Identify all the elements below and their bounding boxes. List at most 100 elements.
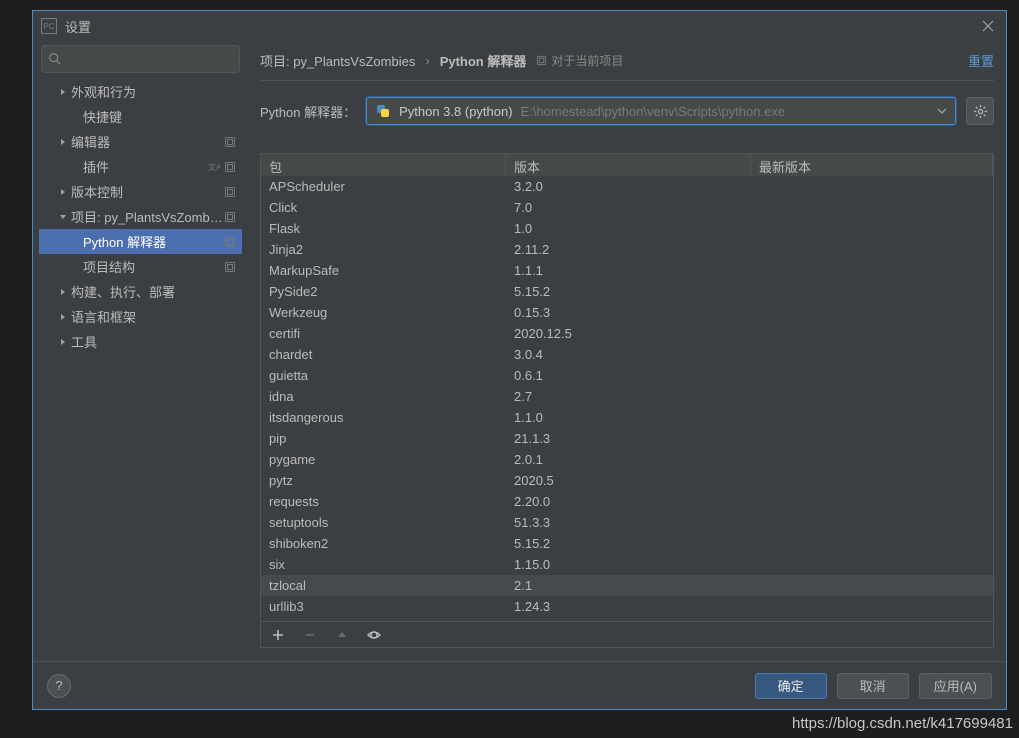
sidebar-item-1[interactable]: 快捷键: [39, 104, 242, 129]
table-row[interactable]: MarkupSafe1.1.1: [261, 260, 993, 281]
table-row[interactable]: itsdangerous1.1.0: [261, 407, 993, 428]
table-row[interactable]: Jinja22.11.2: [261, 239, 993, 260]
sidebar-item-6[interactable]: Python 解释器: [39, 229, 242, 254]
cell-package: urllib3: [261, 599, 506, 614]
col-version[interactable]: 版本: [506, 154, 751, 176]
close-button[interactable]: [978, 16, 998, 36]
expand-icon: [55, 209, 71, 225]
cell-package: Jinja2: [261, 242, 506, 257]
table-row[interactable]: PySide25.15.2: [261, 281, 993, 302]
add-package-button[interactable]: [269, 626, 287, 644]
cell-package: Click: [261, 200, 506, 215]
dialog-footer: ? 确定 取消 应用(A): [33, 661, 1006, 709]
sidebar-item-0[interactable]: 外观和行为: [39, 79, 242, 104]
cell-version: 2.7: [506, 389, 751, 404]
sidebar-item-9[interactable]: 语言和框架: [39, 304, 242, 329]
sidebar-item-label: Python 解释器: [83, 232, 224, 251]
cell-package: shiboken2: [261, 536, 506, 551]
apply-button[interactable]: 应用(A): [919, 673, 992, 699]
show-early-releases-button[interactable]: [365, 626, 383, 644]
scope-icon: 文A: [208, 161, 236, 173]
sidebar-item-8[interactable]: 构建、执行、部署: [39, 279, 242, 304]
expand-icon: [55, 84, 71, 100]
project-scope-icon: [536, 55, 547, 66]
reset-link[interactable]: 重置: [968, 51, 994, 70]
cell-package: MarkupSafe: [261, 263, 506, 278]
table-row[interactable]: pip21.1.3: [261, 428, 993, 449]
cell-package: APScheduler: [261, 179, 506, 194]
scope-icon: [224, 186, 236, 198]
sidebar-item-7[interactable]: 项目结构: [39, 254, 242, 279]
sidebar-item-5[interactable]: 项目: py_PlantsVsZombies: [39, 204, 242, 229]
app-icon: PC: [41, 18, 57, 34]
expand-icon: [55, 309, 71, 325]
sidebar-item-label: 编辑器: [71, 132, 224, 151]
sidebar-item-3[interactable]: 插件文A: [39, 154, 242, 179]
sidebar-item-label: 版本控制: [71, 182, 224, 201]
interpreter-select[interactable]: Python 3.8 (python) E:\homestead\python\…: [366, 97, 956, 125]
search-input-wrap[interactable]: [41, 45, 240, 73]
cell-package: six: [261, 557, 506, 572]
table-row[interactable]: pygame2.0.1: [261, 449, 993, 470]
sidebar-item-label: 工具: [71, 332, 236, 351]
expand-icon: [55, 284, 71, 300]
upgrade-package-button[interactable]: [333, 626, 351, 644]
table-row[interactable]: Click7.0: [261, 197, 993, 218]
col-latest[interactable]: 最新版本: [751, 154, 993, 176]
cancel-button[interactable]: 取消: [837, 673, 909, 699]
sidebar-item-label: 快捷键: [83, 107, 236, 126]
search-input[interactable]: [66, 52, 233, 66]
table-row[interactable]: setuptools51.3.3: [261, 512, 993, 533]
breadcrumb-page: Python 解释器: [440, 51, 527, 70]
cell-package: guietta: [261, 368, 506, 383]
table-row[interactable]: Flask1.0: [261, 218, 993, 239]
table-row[interactable]: pytz2020.5: [261, 470, 993, 491]
cell-version: 2.11.2: [506, 242, 751, 257]
cell-version: 2.0.1: [506, 452, 751, 467]
table-row[interactable]: requests2.20.0: [261, 491, 993, 512]
interpreter-row: Python 解释器： Python 3.8 (python) E:\homes…: [260, 97, 994, 125]
table-row[interactable]: tzlocal2.1: [261, 575, 993, 596]
search-icon: [48, 52, 62, 66]
settings-dialog: PC 设置 外观和行为快捷键编辑器插件文A版本控制项目: py_PlantsVs…: [32, 10, 1007, 710]
gear-icon: [973, 104, 988, 119]
cell-version: 5.15.2: [506, 284, 751, 299]
table-row[interactable]: certifi2020.12.5: [261, 323, 993, 344]
cell-package: Flask: [261, 221, 506, 236]
cell-version: 3.2.0: [506, 179, 751, 194]
cell-package: pip: [261, 431, 506, 446]
sidebar-item-4[interactable]: 版本控制: [39, 179, 242, 204]
cell-version: 0.15.3: [506, 305, 751, 320]
sidebar-item-10[interactable]: 工具: [39, 329, 242, 354]
table-row[interactable]: shiboken25.15.2: [261, 533, 993, 554]
interpreter-settings-button[interactable]: [966, 97, 994, 125]
svg-text:文A: 文A: [208, 162, 220, 172]
expand-icon: [55, 134, 71, 150]
table-row[interactable]: urllib31.24.3: [261, 596, 993, 617]
col-package[interactable]: 包: [261, 154, 506, 176]
sidebar-item-label: 语言和框架: [71, 307, 236, 326]
cell-package: certifi: [261, 326, 506, 341]
table-row[interactable]: six1.15.0: [261, 554, 993, 575]
table-row[interactable]: chardet3.0.4: [261, 344, 993, 365]
help-button[interactable]: ?: [47, 674, 71, 698]
python-icon: [375, 103, 391, 119]
breadcrumb: 项目: py_PlantsVsZombies › Python 解释器 对于当前…: [260, 41, 994, 81]
breadcrumb-hint: 对于当前项目: [536, 52, 623, 69]
table-row[interactable]: idna2.7: [261, 386, 993, 407]
table-row[interactable]: Werkzeug0.15.3: [261, 302, 993, 323]
sidebar-item-2[interactable]: 编辑器: [39, 129, 242, 154]
table-row[interactable]: guietta0.6.1: [261, 365, 993, 386]
expand-icon: [55, 334, 71, 350]
dialog-body: 外观和行为快捷键编辑器插件文A版本控制项目: py_PlantsVsZombie…: [33, 41, 1006, 661]
sidebar-item-label: 项目结构: [83, 257, 224, 276]
cell-version: 0.6.1: [506, 368, 751, 383]
interpreter-path: E:\homestead\python\venv\Scripts\python.…: [521, 104, 786, 119]
ok-button[interactable]: 确定: [755, 673, 827, 699]
cell-package: setuptools: [261, 515, 506, 530]
package-toolbar: [261, 621, 993, 647]
remove-package-button[interactable]: [301, 626, 319, 644]
table-row[interactable]: APScheduler3.2.0: [261, 176, 993, 197]
cell-package: tzlocal: [261, 578, 506, 593]
expand-icon: [55, 184, 71, 200]
